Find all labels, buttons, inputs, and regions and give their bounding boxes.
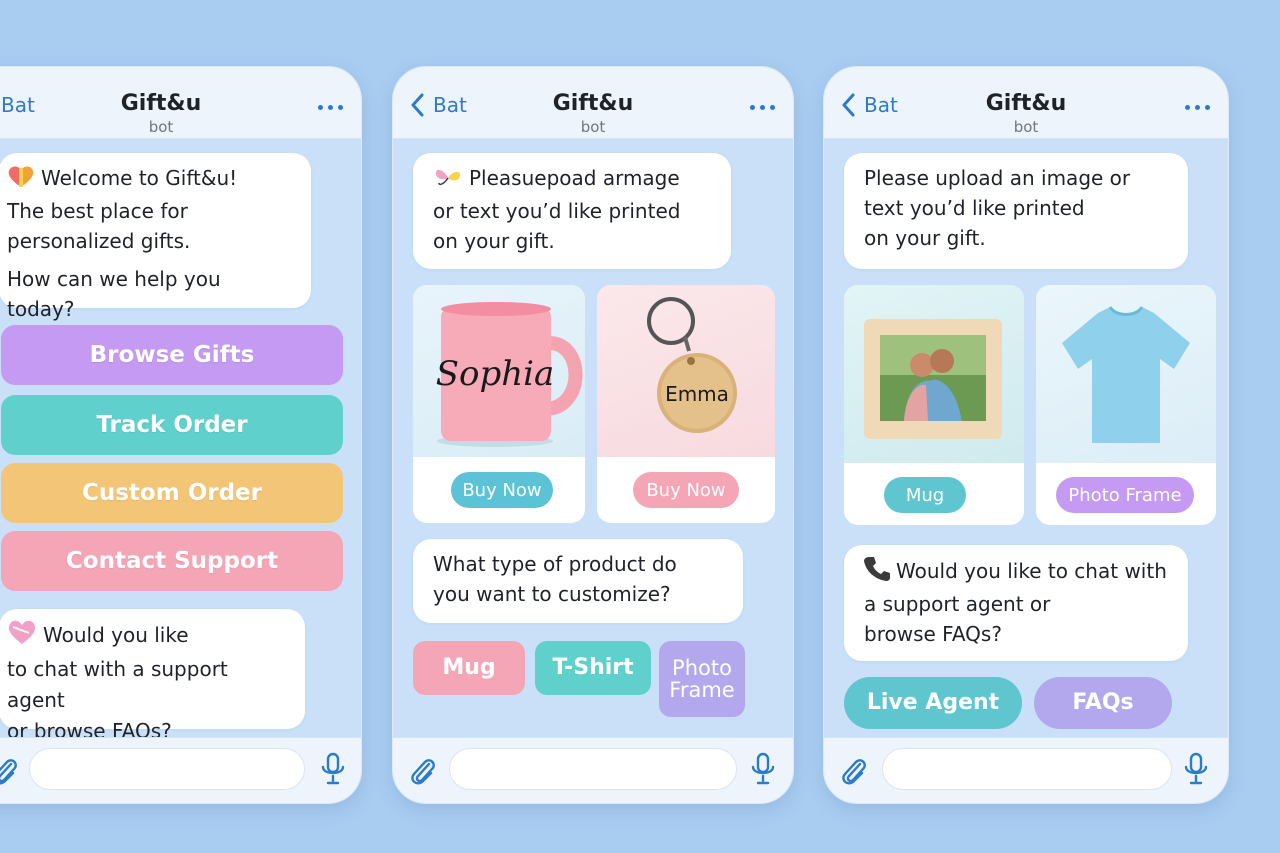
upload-line-2: or text you’d like printed: [433, 199, 681, 223]
photo-frame-option-button[interactable]: Photo Frame: [659, 641, 745, 717]
microphone-icon[interactable]: [321, 752, 345, 790]
bot-subtitle: bot: [580, 118, 606, 136]
paperclip-icon[interactable]: [409, 754, 437, 792]
tshirt-image: [1036, 285, 1216, 463]
more-options-icon[interactable]: [750, 105, 775, 110]
bot-title: Gift&u: [985, 91, 1067, 116]
message-input-bar: [824, 737, 1228, 803]
welcome-line-1: Welcome to Gift&u!: [41, 166, 238, 190]
support-prompt-message: Would you like to chat with a support ag…: [0, 609, 305, 743]
support-line-3: browse FAQs?: [864, 622, 1002, 646]
custom-order-button[interactable]: Custom Order: [1, 463, 343, 523]
mug-option-button[interactable]: Mug: [413, 641, 525, 695]
buy-now-button[interactable]: Buy Now: [633, 472, 739, 508]
upload-prompt-message: Pleasuepoad armage or text you’d like pr…: [413, 153, 731, 269]
bot-title: Gift&u: [120, 91, 202, 116]
more-options-icon[interactable]: [1185, 105, 1210, 110]
microphone-icon[interactable]: [751, 752, 775, 790]
upload-line-1: Pleasuepoad armage: [469, 166, 680, 190]
microphone-icon[interactable]: [1184, 752, 1208, 790]
message-input[interactable]: [449, 748, 737, 790]
bot-title: Gift&u: [552, 91, 634, 116]
faqs-button[interactable]: FAQs: [1034, 677, 1172, 729]
keychain-image: Emma: [597, 285, 775, 457]
upload-prompt-message: Please upload an image or text you’d lik…: [844, 153, 1188, 269]
product-type-question: What type of product do you want to cust…: [413, 539, 743, 623]
butterfly-icon: [433, 166, 463, 196]
mug-button[interactable]: Mug: [884, 477, 966, 513]
buy-now-button[interactable]: Buy Now: [451, 472, 553, 508]
upload-line-3: on your gift.: [864, 226, 986, 250]
upload-line-3: on your gift.: [433, 229, 555, 253]
chat-screen-welcome: Bat Gift&u bot Welcome to Gift&u! The be…: [0, 66, 362, 804]
welcome-message: Welcome to Gift&u! The best place for pe…: [0, 153, 311, 321]
track-order-button[interactable]: Track Order: [1, 395, 343, 455]
message-input[interactable]: [882, 748, 1172, 790]
question-line-1: What type of product do: [433, 552, 677, 576]
contact-support-button[interactable]: Contact Support: [1, 531, 343, 591]
product-card-tshirt[interactable]: Photo Frame: [1036, 285, 1216, 525]
paperclip-icon[interactable]: [840, 754, 868, 792]
keychain-engraving: Emma: [665, 382, 729, 406]
message-input-bar: [393, 737, 793, 803]
welcome-line-2: The best place for: [7, 199, 188, 223]
support-line-2: to chat with a support agent: [7, 657, 228, 712]
welcome-line-3: personalized gifts.: [7, 229, 191, 253]
heart-icon: [7, 619, 37, 654]
upload-line-1: Please upload an image or: [864, 166, 1131, 190]
gift-heart-icon: [7, 164, 35, 196]
paperclip-icon[interactable]: [0, 754, 19, 792]
message-input[interactable]: [29, 748, 305, 790]
photo-frame-image: [844, 285, 1024, 463]
browse-gifts-button[interactable]: Browse Gifts: [1, 325, 343, 385]
product-card-keychain[interactable]: Emma Buy Now: [597, 285, 775, 523]
live-agent-button[interactable]: Live Agent: [844, 677, 1022, 729]
chat-header: Bat Gift&u bot: [393, 67, 793, 139]
chat-screen-support: Bat Gift&u bot Please upload an image or…: [823, 66, 1229, 804]
bot-subtitle: bot: [1013, 118, 1039, 136]
more-options-icon[interactable]: [318, 105, 343, 110]
chat-header: Bat Gift&u bot: [824, 67, 1228, 139]
message-input-bar: [0, 737, 361, 803]
support-prompt-message: Would you like to chat with a support ag…: [844, 545, 1188, 661]
support-line-1: Would you like: [43, 623, 189, 647]
product-card-mug[interactable]: Sophia Buy Now: [413, 285, 585, 523]
product-card-photo-frame[interactable]: Mug: [844, 285, 1024, 525]
welcome-line-4: How can we help you today?: [7, 267, 221, 321]
upload-line-2: text you’d like printed: [864, 196, 1085, 220]
mug-engraving: Sophia: [436, 354, 555, 394]
tshirt-option-button[interactable]: T-Shirt: [535, 641, 651, 695]
chat-screen-products: Bat Gift&u bot Pleasuepoad armage or tex…: [392, 66, 794, 804]
question-line-2: you want to customize?: [433, 582, 671, 606]
photo-frame-button[interactable]: Photo Frame: [1056, 477, 1194, 513]
mug-image: Sophia: [413, 285, 585, 457]
bot-subtitle: bot: [148, 118, 174, 136]
chat-header: Bat Gift&u bot: [0, 67, 361, 139]
phone-icon: [864, 555, 890, 589]
support-line-1: Would you like to chat with: [896, 559, 1167, 583]
support-line-2: a support agent or: [864, 592, 1051, 616]
